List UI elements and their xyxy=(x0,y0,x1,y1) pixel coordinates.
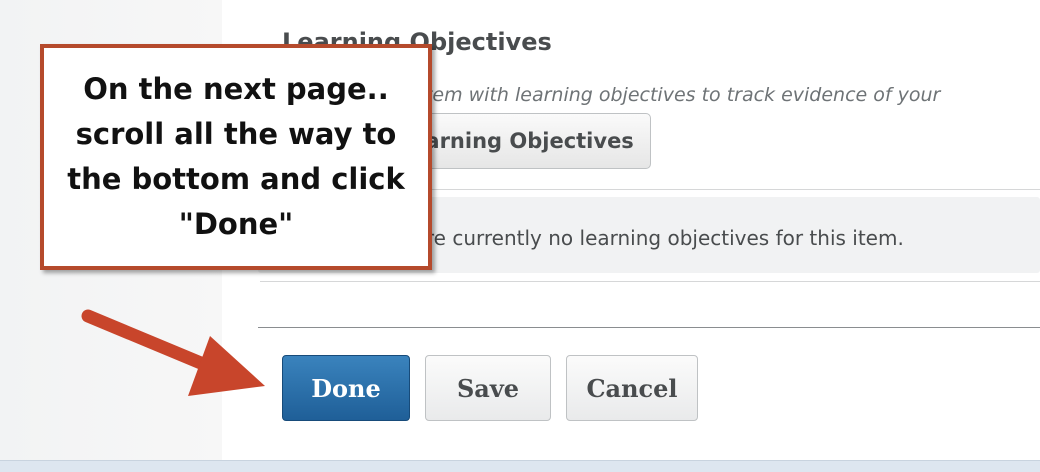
bottom-bar xyxy=(0,460,1040,472)
arrow-icon xyxy=(81,309,265,396)
callout-text: On the next page.. scroll all the way to… xyxy=(67,72,405,241)
save-button[interactable]: Save xyxy=(425,355,551,421)
empty-state-text: There are currently no learning objectiv… xyxy=(350,226,904,250)
done-button[interactable]: Done xyxy=(282,355,410,421)
annotation-callout: On the next page.. scroll all the way to… xyxy=(40,44,432,270)
actions-divider xyxy=(258,327,1040,328)
cancel-button[interactable]: Cancel xyxy=(566,355,698,421)
separator xyxy=(260,281,1040,282)
